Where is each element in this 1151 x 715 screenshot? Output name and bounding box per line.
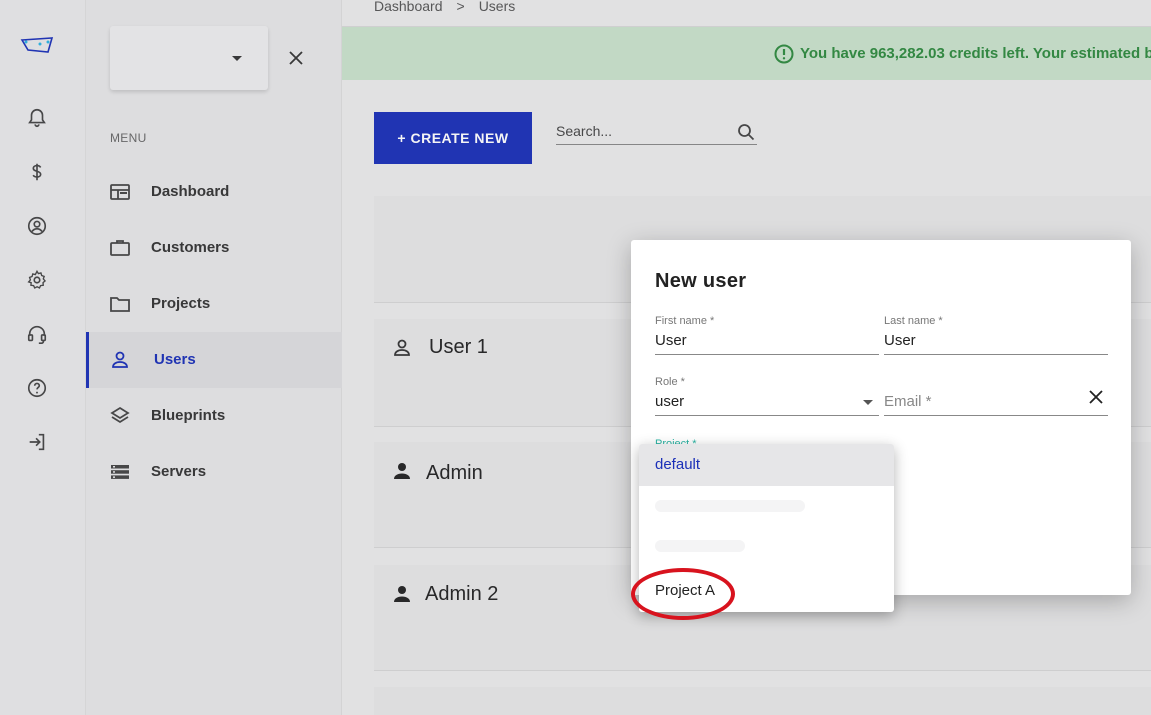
option-label: default <box>655 456 701 473</box>
email-placeholder: Email * <box>884 393 932 410</box>
user-icon <box>110 350 130 370</box>
gear-icon[interactable] <box>25 268 49 292</box>
user-name: User 1 <box>429 336 488 358</box>
email-field[interactable]: Email * <box>884 376 1108 416</box>
annotation-highlight-circle <box>631 568 735 620</box>
server-icon <box>110 462 130 482</box>
close-icon[interactable] <box>1087 388 1105 406</box>
sidebar-item-label: Blueprints <box>151 407 226 424</box>
last-name-field[interactable]: Last name * User <box>884 315 1108 355</box>
project-option-default[interactable]: default <box>639 444 894 486</box>
help-circle-icon[interactable] <box>25 376 49 400</box>
breadcrumb-item-users: Users <box>478 0 516 14</box>
user-outline-icon <box>392 338 412 358</box>
first-name-field[interactable]: First name * User <box>655 315 879 355</box>
user-name: Admin <box>426 462 483 484</box>
bell-icon[interactable] <box>25 106 49 130</box>
last-name-value[interactable]: User <box>884 332 916 349</box>
caret-down-icon <box>863 400 873 405</box>
dollar-icon[interactable] <box>25 160 49 184</box>
role-value: user <box>655 393 685 410</box>
search-field <box>556 120 757 145</box>
role-select[interactable]: Role * user <box>655 376 879 416</box>
folder-icon <box>110 294 130 314</box>
search-icon[interactable] <box>737 123 755 141</box>
breadcrumb: Dashboard > Users <box>374 0 515 14</box>
sidebar-item-dashboard[interactable]: Dashboard <box>86 164 342 220</box>
first-name-label: First name * <box>655 315 715 327</box>
sidebar-item-customers[interactable]: Customers <box>86 220 342 276</box>
briefcase-icon <box>110 238 130 258</box>
info-circle-icon <box>774 44 794 64</box>
user-name: Admin 2 <box>425 583 499 605</box>
logout-icon[interactable] <box>25 430 49 454</box>
sidebar-item-users[interactable]: Users <box>86 332 342 388</box>
headset-icon[interactable] <box>25 322 49 346</box>
role-label: Role * <box>655 376 685 388</box>
caret-down-icon <box>232 56 242 61</box>
menu-label: MENU <box>110 131 147 145</box>
sidebar-item-label: Servers <box>151 463 207 480</box>
blurred-option[interactable] <box>655 500 805 512</box>
sidebar: MENU Dashboard Customers Projects Users … <box>86 0 342 715</box>
sidebar-item-label: Users <box>154 351 196 368</box>
user-filled-icon <box>392 584 412 604</box>
breadcrumb-item-dashboard[interactable]: Dashboard <box>374 0 443 14</box>
sidebar-item-label: Projects <box>151 295 211 312</box>
sidebar-item-label: Dashboard <box>151 183 230 200</box>
dashboard-icon <box>110 182 130 202</box>
brand-logo[interactable] <box>18 34 58 58</box>
sidebar-item-blueprints[interactable]: Blueprints <box>86 388 342 444</box>
account-circle-icon[interactable] <box>25 214 49 238</box>
breadcrumb-separator: > <box>456 0 465 14</box>
create-new-button[interactable]: + CREATE NEW <box>374 112 532 164</box>
layers-icon <box>110 406 130 426</box>
credits-banner: You have 963,282.03 credits left. Your e… <box>342 26 1151 80</box>
sidebar-item-servers[interactable]: Servers <box>86 444 342 500</box>
user-card-partial[interactable] <box>374 687 1151 715</box>
close-icon[interactable] <box>286 48 306 68</box>
sidebar-item-label: Customers <box>151 239 230 256</box>
user-filled-icon <box>392 461 412 481</box>
search-input[interactable] <box>556 120 726 142</box>
first-name-value[interactable]: User <box>655 332 687 349</box>
sidebar-item-projects[interactable]: Projects <box>86 276 342 332</box>
credits-text: You have 963,282.03 credits left. Your e… <box>800 45 1151 62</box>
icon-rail <box>0 0 86 715</box>
blurred-option[interactable] <box>655 540 745 552</box>
organization-select[interactable] <box>110 26 268 90</box>
last-name-label: Last name * <box>884 315 943 327</box>
dialog-title: New user <box>655 270 747 292</box>
